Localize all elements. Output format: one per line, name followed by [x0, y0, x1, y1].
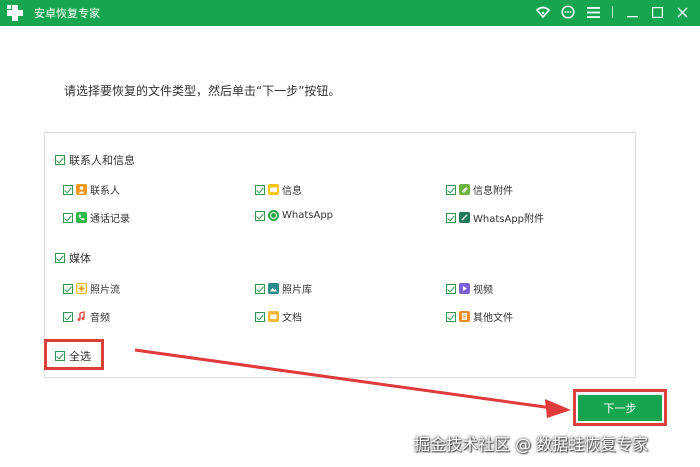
file-type-panel: 联系人和信息 联系人 信息 信息附件 通话记录 WhatsApp WhatsAp…: [44, 132, 636, 378]
attachment-icon: [459, 184, 470, 195]
whatsapp-attachment-icon: [459, 212, 470, 223]
option-whatsapp-attachments-label: WhatsApp附件: [473, 214, 545, 225]
option-photo-stream-label: 照片流: [90, 285, 120, 296]
option-contacts[interactable]: 联系人: [63, 182, 120, 197]
option-contacts-label: 联系人: [90, 186, 120, 197]
instruction-text: 请选择要恢复的文件类型，然后单击“下一步”按钮。: [64, 84, 341, 98]
window-controls: [535, 4, 690, 20]
wifi-icon[interactable]: [535, 4, 551, 20]
option-call-log-checkbox[interactable]: [63, 212, 73, 223]
option-photo-stream[interactable]: 照片流: [63, 281, 120, 296]
document-icon: [268, 311, 279, 322]
option-whatsapp-checkbox[interactable]: [255, 210, 265, 221]
option-documents-checkbox[interactable]: [255, 311, 265, 322]
other-files-icon: [459, 311, 470, 322]
option-messages-checkbox[interactable]: [255, 184, 265, 195]
maximize-icon[interactable]: [649, 4, 665, 20]
option-video-checkbox[interactable]: [446, 283, 456, 294]
watermark-text: 掘金技术社区 @ 数据蛙恢复专家: [414, 435, 649, 454]
option-audio[interactable]: 音频: [63, 309, 110, 324]
option-audio-checkbox[interactable]: [63, 311, 73, 322]
option-messages[interactable]: 信息: [255, 182, 302, 197]
toolbar-divider: [612, 6, 613, 18]
phone-icon: [76, 212, 87, 223]
group-media-checkbox[interactable]: [55, 253, 65, 263]
whatsapp-icon: [268, 210, 279, 221]
group-contacts-label: 联系人和信息: [69, 154, 135, 167]
option-photo-library-label: 照片库: [282, 285, 312, 296]
option-whatsapp-attachments[interactable]: WhatsApp附件: [446, 210, 544, 225]
audio-icon: [76, 311, 87, 322]
option-message-attachments-checkbox[interactable]: [446, 184, 456, 195]
option-other-files-label: 其他文件: [473, 313, 513, 324]
option-documents[interactable]: 文档: [255, 309, 302, 324]
option-other-files[interactable]: 其他文件: [446, 309, 513, 324]
option-photo-library-checkbox[interactable]: [255, 283, 265, 294]
option-other-files-checkbox[interactable]: [446, 311, 456, 322]
option-message-attachments-label: 信息附件: [473, 186, 513, 197]
group-contacts-checkbox[interactable]: [55, 155, 65, 165]
option-photo-library[interactable]: 照片库: [255, 281, 312, 296]
chat-icon[interactable]: [560, 4, 576, 20]
group-contacts-header[interactable]: 联系人和信息: [55, 152, 135, 168]
minimize-icon[interactable]: [624, 4, 640, 20]
close-icon[interactable]: [674, 4, 690, 20]
app-logo-icon: [7, 5, 23, 21]
video-icon: [459, 283, 470, 294]
option-contacts-checkbox[interactable]: [63, 184, 73, 195]
select-all-highlight: [44, 339, 104, 370]
next-button[interactable]: 下一步: [578, 395, 662, 421]
option-call-log[interactable]: 通话记录: [63, 210, 130, 225]
option-video[interactable]: 视频: [446, 281, 493, 296]
option-whatsapp[interactable]: WhatsApp: [255, 210, 333, 221]
message-icon: [268, 184, 279, 195]
menu-icon[interactable]: [585, 4, 601, 20]
group-media-label: 媒体: [69, 252, 91, 265]
option-whatsapp-attachments-checkbox[interactable]: [446, 212, 456, 223]
app-title: 安卓恢复专家: [34, 7, 100, 20]
option-audio-label: 音频: [90, 313, 110, 324]
option-video-label: 视频: [473, 285, 493, 296]
option-messages-label: 信息: [282, 186, 302, 197]
group-media-header[interactable]: 媒体: [55, 250, 91, 266]
photo-stream-icon: [76, 283, 87, 294]
contact-icon: [76, 184, 87, 195]
option-call-log-label: 通话记录: [90, 214, 130, 225]
title-bar: 安卓恢复专家: [0, 0, 700, 26]
option-photo-stream-checkbox[interactable]: [63, 283, 73, 294]
option-documents-label: 文档: [282, 313, 302, 324]
option-whatsapp-label: WhatsApp: [282, 210, 334, 221]
photo-library-icon: [268, 283, 279, 294]
option-message-attachments[interactable]: 信息附件: [446, 182, 513, 197]
